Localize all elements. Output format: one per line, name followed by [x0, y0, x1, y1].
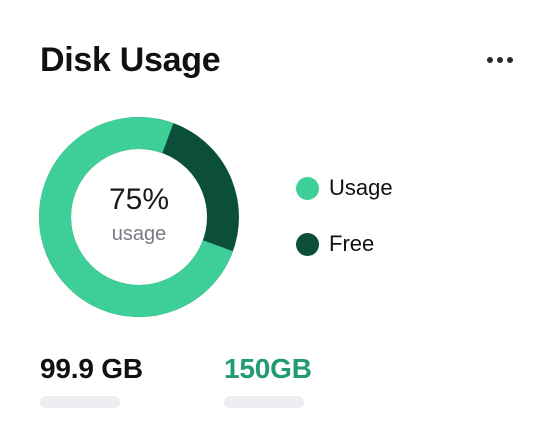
chart-legend: Usage Free	[296, 172, 393, 284]
card-title: Disk Usage	[40, 41, 221, 79]
legend-item-free: Free	[296, 228, 393, 260]
usage-donut-chart: 75% usage	[38, 116, 240, 318]
more-horizontal-icon	[487, 57, 513, 63]
used-space-placeholder-bar	[40, 396, 120, 408]
used-space-value: 99.9 GB	[40, 353, 143, 384]
total-space-stat: 150GB	[224, 352, 312, 408]
legend-label-usage: Usage	[329, 175, 393, 200]
usage-caption: usage	[111, 223, 167, 245]
donut-center-label: 75% usage	[38, 116, 240, 318]
disk-usage-card: Disk Usage 75% usage Usage Free 99.9 GB	[0, 0, 560, 448]
legend-dot-usage	[296, 176, 319, 200]
usage-percent: 75%	[108, 183, 170, 216]
legend-label-free: Free	[329, 231, 375, 256]
legend-item-usage: Usage	[296, 172, 393, 204]
used-space-stat: 99.9 GB	[40, 352, 143, 408]
total-space-placeholder-bar	[224, 396, 304, 408]
more-options-button[interactable]	[480, 48, 520, 72]
legend-dot-free	[296, 232, 319, 256]
total-space-value: 150GB	[224, 353, 312, 384]
